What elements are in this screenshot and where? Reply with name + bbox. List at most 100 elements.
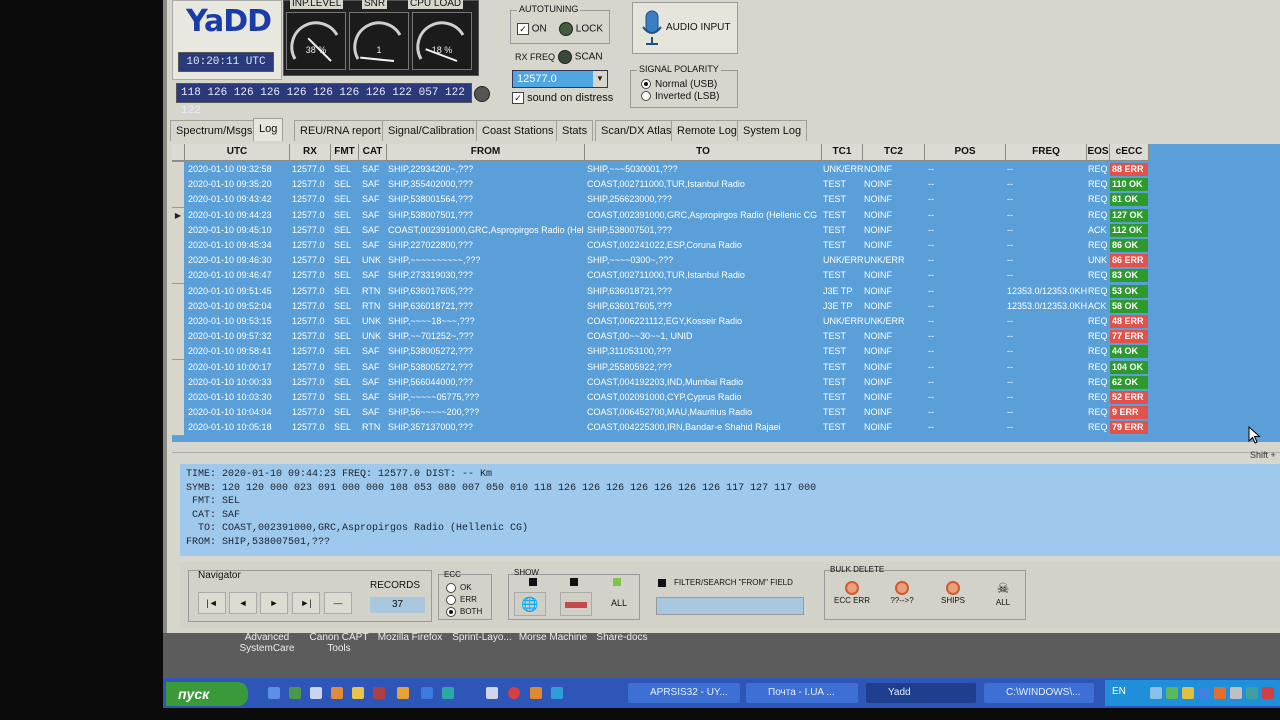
task-windows-explorer[interactable]: C:\WINDOWS\...: [984, 683, 1094, 703]
lock-toggle[interactable]: LOCK: [559, 22, 603, 36]
table-row[interactable]: 2020-01-10 09:45:10 12577.0 SEL SAF COAST,00…: [172, 222, 1152, 239]
col-cat[interactable]: CAT: [359, 144, 387, 161]
tab-spectrum-msgs[interactable]: Spectrum/Msgs: [170, 120, 259, 141]
col-to[interactable]: TO: [585, 144, 822, 161]
next-record-button[interactable]: ►: [260, 592, 288, 614]
col-fmt[interactable]: FMT: [331, 144, 359, 161]
delete-ships-button[interactable]: SHIPS: [931, 578, 975, 614]
quicklaunch-icon-7[interactable]: [397, 687, 409, 699]
task-yadd[interactable]: Yadd: [866, 683, 976, 703]
row-selector[interactable]: [172, 420, 184, 437]
col-eos[interactable]: EOS: [1087, 144, 1110, 161]
quicklaunch-icon-13[interactable]: [551, 687, 563, 699]
show-all-button[interactable]: ALL: [604, 592, 634, 614]
table-row[interactable]: 2020-01-10 10:05:18 12577.0 SEL RTN SHIP,357…: [172, 420, 1152, 437]
desktop-icon-sprint-layout[interactable]: Sprint-Layo...: [448, 632, 516, 643]
last-record-button[interactable]: ►|: [292, 592, 320, 614]
desktop-icon-firefox[interactable]: Mozilla Firefox: [374, 632, 446, 643]
row-selector[interactable]: [172, 374, 184, 391]
col-utc[interactable]: UTC: [185, 144, 290, 161]
tray-icon-7[interactable]: [1246, 687, 1258, 699]
table-row[interactable]: 2020-01-10 09:43:42 12577.0 SEL SAF SHIP,538…: [172, 192, 1152, 209]
delete-all-button[interactable]: ☠ ALL: [981, 578, 1025, 614]
row-selector[interactable]: [172, 253, 184, 270]
row-selector[interactable]: [172, 177, 184, 194]
quicklaunch-icon-10[interactable]: [486, 687, 498, 699]
table-row[interactable]: 2020-01-10 10:04:04 12577.0 SEL SAF SHIP,56~…: [172, 405, 1152, 422]
autotuning-on-checkbox[interactable]: ✓ ON: [517, 23, 547, 35]
table-row[interactable]: 2020-01-10 09:52:04 12577.0 SEL RTN SHIP,636…: [172, 298, 1152, 315]
tab-log[interactable]: Log: [253, 118, 284, 141]
desktop-icon-share-docs[interactable]: Share-docs: [592, 632, 652, 643]
col-tc2[interactable]: TC2: [863, 144, 925, 161]
col-pos[interactable]: POS: [925, 144, 1006, 161]
quicklaunch-icon-9[interactable]: [442, 687, 454, 699]
show-ships-button[interactable]: 🌐: [514, 592, 546, 616]
task-aprsis32[interactable]: APRSIS32 - UY...: [628, 683, 740, 703]
log-grid[interactable]: UTC RX FMT CAT FROM TO TC1 TC2 POS FREQ …: [172, 144, 1280, 442]
quicklaunch-icon-2[interactable]: [289, 687, 301, 699]
delete-record-button[interactable]: —: [324, 592, 352, 614]
ecc-both-radio[interactable]: BOTH: [446, 607, 482, 617]
row-selector[interactable]: [172, 359, 184, 376]
tray-icon-4[interactable]: [1198, 687, 1210, 699]
opera-icon[interactable]: [508, 687, 520, 699]
sound-on-distress-checkbox[interactable]: ✓ sound on distress: [512, 92, 613, 105]
row-selector[interactable]: [172, 283, 184, 300]
row-selector[interactable]: [172, 192, 184, 209]
table-row[interactable]: 2020-01-10 10:00:17 12577.0 SEL SAF SHIP,538…: [172, 359, 1152, 376]
table-row[interactable]: 2020-01-10 09:51:45 12577.0 SEL RTN SHIP,636…: [172, 283, 1152, 300]
row-selector[interactable]: [172, 314, 184, 330]
tab-stats[interactable]: Stats: [556, 120, 594, 141]
tray-icon-8[interactable]: [1262, 687, 1274, 699]
rx-freq-select[interactable]: 12577.0 ▼: [512, 70, 608, 88]
show-coast-button[interactable]: [560, 592, 592, 616]
table-row[interactable]: 2020-01-10 10:00:33 12577.0 SEL SAF SHIP,566…: [172, 374, 1152, 391]
desktop-icon-advanced-systemcare[interactable]: Advanced SystemCare: [232, 632, 302, 654]
quicklaunch-icon-12[interactable]: [530, 687, 542, 699]
splitter[interactable]: [172, 452, 1280, 461]
col-from[interactable]: FROM: [387, 144, 585, 161]
row-selector[interactable]: [172, 268, 184, 285]
table-row[interactable]: 2020-01-10 09:46:30 12577.0 SEL UNK SHIP,~~~…: [172, 253, 1152, 270]
row-selector[interactable]: [172, 298, 184, 315]
table-row[interactable]: 2020-01-10 09:53:15 12577.0 SEL UNK SHIP,~~~…: [172, 314, 1152, 330]
tab-signal-calibration[interactable]: Signal/Calibration: [382, 120, 481, 141]
table-row[interactable]: 2020-01-10 09:57:32 12577.0 SEL UNK SHIP,~~7…: [172, 329, 1152, 346]
col-tc1[interactable]: TC1: [822, 144, 863, 161]
tray-icon-3[interactable]: [1182, 687, 1194, 699]
tray-icon-6[interactable]: [1230, 687, 1242, 699]
row-selector[interactable]: [172, 222, 184, 239]
table-row[interactable]: ▶ 2020-01-10 09:44:23 12577.0 SEL SAF SHIP,53…: [172, 207, 1152, 224]
tab-remote-log[interactable]: Remote Log: [671, 120, 743, 141]
row-selector[interactable]: ▶: [172, 207, 184, 224]
tab-coast-stations[interactable]: Coast Stations: [476, 120, 560, 141]
tab-system-log[interactable]: System Log: [737, 120, 808, 141]
row-selector[interactable]: [172, 344, 184, 361]
tray-icon-2[interactable]: [1166, 687, 1178, 699]
table-row[interactable]: 2020-01-10 09:35:20 12577.0 SEL SAF SHIP,355…: [172, 177, 1152, 194]
row-selector[interactable]: [172, 162, 184, 178]
row-selector[interactable]: [172, 329, 184, 346]
polarity-normal-radio[interactable]: Normal (USB): [641, 79, 717, 90]
quicklaunch-icon-6[interactable]: [373, 687, 385, 699]
ecc-err-radio[interactable]: ERR: [446, 595, 477, 605]
language-indicator[interactable]: EN: [1112, 686, 1126, 697]
row-selector[interactable]: [172, 238, 184, 254]
ecc-ok-radio[interactable]: OK: [446, 583, 472, 593]
delete-unknown-button[interactable]: ??-->?: [880, 578, 924, 614]
quicklaunch-icon-4[interactable]: [331, 687, 343, 699]
col-rx[interactable]: RX: [290, 144, 331, 161]
task-mail[interactable]: Почта - I.UA ...: [746, 683, 858, 703]
scan-toggle[interactable]: SCAN: [558, 50, 603, 64]
quicklaunch-icon-1[interactable]: [268, 687, 280, 699]
tray-icon-5[interactable]: [1214, 687, 1226, 699]
row-selector[interactable]: [172, 390, 184, 406]
desktop-icon-morse-machine[interactable]: Morse Machine: [518, 632, 588, 643]
prev-record-button[interactable]: ◄: [229, 592, 257, 614]
quicklaunch-icon-3[interactable]: [310, 687, 322, 699]
table-row[interactable]: 2020-01-10 09:45:34 12577.0 SEL SAF SHIP,227…: [172, 238, 1152, 254]
first-record-button[interactable]: |◄: [198, 592, 226, 614]
desktop-icon-canon-capt[interactable]: Canon CAPT Tools: [306, 632, 372, 654]
tray-icon-1[interactable]: [1150, 687, 1162, 699]
